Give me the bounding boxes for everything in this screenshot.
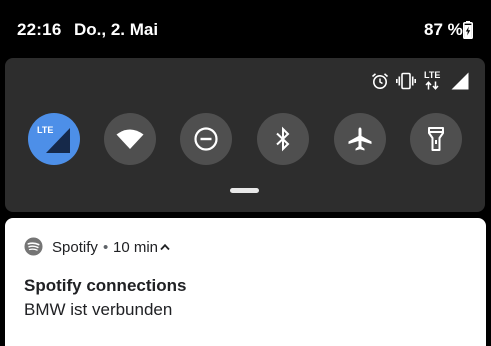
battery-charging-icon [463,21,473,39]
tile-wifi[interactable] [104,113,156,165]
alarm-icon [371,73,389,89]
notification-separator: • [103,239,109,256]
battery-percent: 87 % [424,20,463,39]
flashlight-icon [428,127,444,151]
notification-text: BMW ist verbunden [24,300,173,319]
signal-icon [451,72,469,90]
chevron-up-icon[interactable] [160,243,170,251]
wifi-icon [116,129,144,149]
airplane-icon [348,127,372,151]
quick-settings-panel: LTE LTE [5,58,485,212]
quick-settings-tiles: LTE [5,113,485,167]
notification-app-name: Spotify [52,239,98,256]
lte-icon: LTE [424,70,442,90]
notification-title: Spotify connections [24,276,187,295]
tile-airplane-mode[interactable] [334,113,386,165]
notification-time: 10 min [113,239,159,256]
tile-mobile-data-label: LTE [37,125,54,135]
data-arrows-icon [425,81,439,90]
drag-handle[interactable] [230,188,259,193]
spotify-icon [24,237,43,256]
notification-card[interactable]: Spotify • 10 min Spotify connections BMW… [5,218,486,346]
do-not-disturb-icon [194,127,218,151]
date: Do., 2. Mai [74,20,159,39]
clock: 22:16 [17,20,62,39]
bluetooth-icon [276,126,290,152]
lte-label: LTE [424,70,441,80]
tile-do-not-disturb[interactable] [180,113,232,165]
tile-mobile-data[interactable]: LTE [28,113,80,165]
vibrate-icon [396,72,416,90]
status-bar: 22:16 Do., 2. Mai 87 % [0,0,491,58]
tile-bluetooth[interactable] [257,113,309,165]
tile-flashlight[interactable] [410,113,462,165]
